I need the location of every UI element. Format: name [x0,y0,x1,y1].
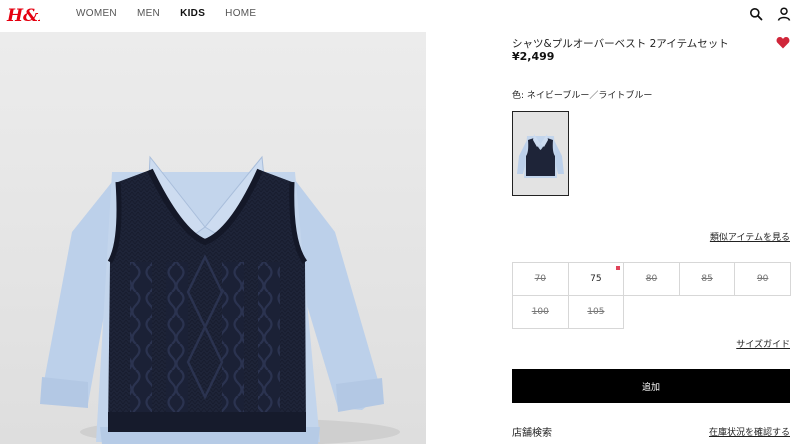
nav-men[interactable]: MEN [137,8,160,20]
nav-women[interactable]: WOMEN [76,8,117,20]
favorite-heart-icon[interactable] [776,36,790,49]
size-label: 80 [645,274,658,284]
nav-home[interactable]: HOME [225,8,256,20]
size-option-85[interactable]: 85 [678,262,736,296]
nav-kids[interactable]: KIDS [180,8,205,20]
similar-items-link[interactable]: 類似アイテムを見る [710,233,790,244]
size-guide-link[interactable]: サイズガイド [736,340,790,351]
product-price: ¥2,499 [512,50,555,63]
account-icon[interactable] [776,6,792,22]
search-icon[interactable] [748,6,764,22]
size-label: 70 [534,274,547,284]
size-option-80[interactable]: 80 [623,262,680,296]
size-option-105[interactable]: 105 [567,295,625,329]
color-label: 色: ネイビーブルー／ライトブルー [512,91,653,101]
color-swatch-navy-lightblue[interactable] [512,111,569,196]
store-search-heading: 店舗検索 [512,428,552,439]
site-header: H&M WOMEN MEN KIDS HOME [0,0,800,32]
add-to-bag-button[interactable]: 追加 [512,369,790,403]
size-option-75[interactable]: 75 [567,262,625,296]
size-option-90[interactable]: 90 [734,262,791,296]
hm-logo[interactable]: H&M [6,2,40,26]
low-stock-indicator [616,266,621,270]
size-label: 90 [756,274,769,284]
svg-text:H&M: H&M [6,6,40,26]
check-stock-link[interactable]: 在庫状況を確認する [709,428,790,439]
swatch-thumbnail [513,112,568,195]
size-label: 105 [587,307,605,317]
size-label: 75 [590,274,602,284]
product-image[interactable] [0,32,426,444]
size-selector: 70 75 80 85 90 100 105 [512,262,791,329]
size-option-100[interactable]: 100 [512,295,569,329]
main-nav: WOMEN MEN KIDS HOME [76,8,276,20]
size-label: 100 [531,307,549,317]
size-option-70[interactable]: 70 [512,262,569,296]
product-photo [0,32,426,444]
size-label: 85 [701,274,713,284]
